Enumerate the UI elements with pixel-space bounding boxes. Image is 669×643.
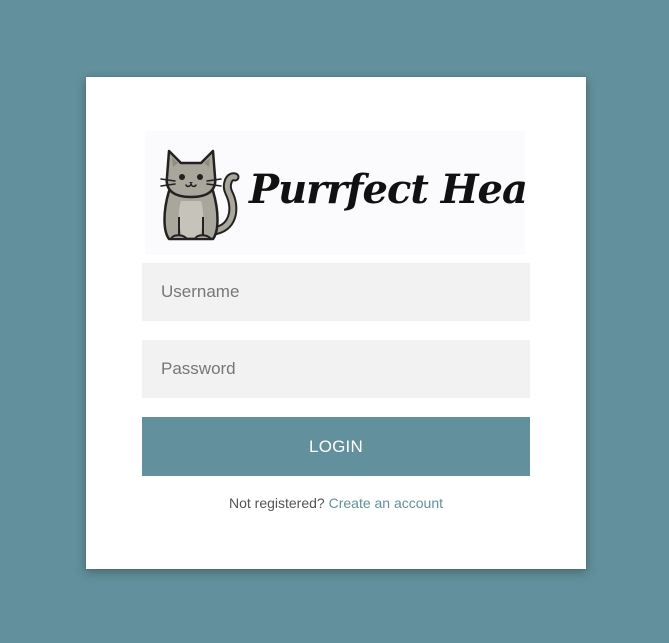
register-prompt: Not registered? Create an account (86, 495, 586, 511)
not-registered-text: Not registered? (228, 495, 329, 511)
create-account-link[interactable]: Create an account (329, 495, 443, 511)
brand-name: Purrfect Health (248, 166, 525, 213)
login-card: Purrfect Health LOGIN Not registered? Cr… (86, 77, 586, 569)
password-input[interactable] (142, 340, 530, 398)
cat-icon: Purrfect Health (160, 149, 525, 241)
username-input[interactable] (142, 263, 530, 321)
login-button[interactable]: LOGIN (142, 417, 530, 476)
brand-logo: Purrfect Health (145, 131, 525, 255)
